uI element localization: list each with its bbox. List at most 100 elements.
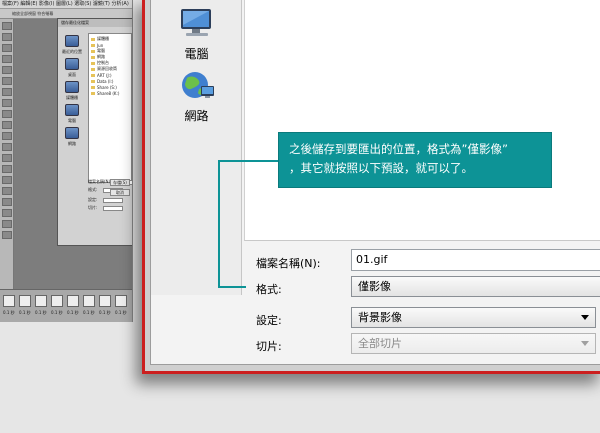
filename-label: 檔案名稱(N): [256, 257, 321, 270]
network-icon [181, 72, 214, 98]
brush-tool-icon [2, 99, 12, 107]
ps-side-label: 網路 [68, 141, 76, 146]
ps-settings-select[interactable] [103, 197, 124, 203]
ps-form-label: 格式: [88, 187, 98, 192]
frame-delay-label[interactable]: 0.1 秒 [51, 310, 63, 316]
ps-save-button[interactable]: 存檔(S) [110, 179, 130, 186]
gradient-tool-icon [2, 143, 12, 151]
drive-icon [91, 91, 95, 95]
ps-animation-panel: 0.1 秒 0.1 秒 0.1 秒 0.1 秒 0.1 秒 0.1 秒 0.1 … [0, 289, 132, 322]
animation-frame[interactable] [3, 295, 15, 307]
ps-dialog-sidebar: 最近的位置 桌面 媒體櫃 電腦 網路 [60, 31, 84, 161]
recent-places-icon [65, 35, 79, 47]
file-label: 資源回收筒 [97, 66, 117, 71]
list-item: Share8 (K:) [91, 90, 129, 96]
ps-menu-bar: 檔案(F) 編輯(E) 影像(I) 圖層(L) 選取(S) 濾鏡(T) 分析(A… [0, 0, 132, 9]
folder-icon [91, 67, 95, 71]
marquee-tool-icon [2, 33, 12, 41]
settings-select-value: 背景影像 [358, 311, 402, 324]
ps-toolbox [0, 19, 14, 322]
ps-slices-select[interactable] [103, 205, 124, 211]
settings-label: 設定: [256, 314, 282, 327]
file-label: Data (I:) [97, 78, 114, 84]
computer-icon [180, 9, 211, 36]
frame-delay-label[interactable]: 0.1 秒 [99, 310, 111, 316]
callout-text-line1: 之後儲存到要匯出的位置，格式為”僅影像” [289, 142, 508, 156]
eyedropper-tool-icon [2, 77, 12, 85]
ps-settings-row: 設定: [88, 197, 124, 203]
library-icon [65, 81, 79, 93]
move-tool-icon [2, 22, 12, 30]
frame-delay-label[interactable]: 0.1 秒 [115, 310, 127, 316]
ps-cancel-button[interactable]: 取消 [110, 189, 130, 196]
type-tool-icon [2, 187, 12, 195]
folder-icon [91, 61, 95, 65]
slices-label: 切片: [256, 340, 282, 353]
photoshop-thumbnail: 檔案(F) 編輯(E) 影像(I) 圖層(L) 選取(S) 濾鏡(T) 分析(A… [0, 0, 133, 322]
shape-tool-icon [2, 209, 12, 217]
ps-slices-row: 切片: [88, 205, 124, 211]
zoom-tool-icon [2, 231, 12, 239]
ps-side-label: 電腦 [68, 118, 76, 123]
animation-frame[interactable] [19, 295, 31, 307]
ps-save-dialog: 儲存最佳化檔案 最近的位置 桌面 媒體櫃 電腦 網路 媒體櫃 Jun 電腦 網路… [57, 18, 132, 246]
file-list-pane[interactable] [244, 0, 600, 241]
sidebar-label-computer: 電腦 [184, 47, 209, 61]
callout-connector-vertical [218, 160, 220, 288]
desktop-icon [65, 58, 79, 70]
folder-icon [91, 43, 95, 47]
frame-delay-label[interactable]: 0.1 秒 [19, 310, 31, 316]
format-label: 格式: [256, 283, 282, 296]
ps-side-label: 桌面 [68, 72, 76, 77]
eraser-tool-icon [2, 132, 12, 140]
animation-frame[interactable] [35, 295, 47, 307]
animation-frame[interactable] [51, 295, 63, 307]
file-label: ART (J:) [97, 72, 112, 78]
frame-delay-label[interactable]: 0.1 秒 [67, 310, 79, 316]
folder-icon [91, 49, 95, 53]
file-label: 媒體櫃 [97, 36, 109, 41]
file-label: Share8 (K:) [97, 90, 120, 96]
callout-connector-top [218, 160, 278, 162]
sidebar-item-computer[interactable]: 電腦 [151, 7, 242, 62]
animation-frame[interactable] [99, 295, 111, 307]
chevron-down-icon [581, 341, 589, 346]
frame-delay-label[interactable]: 0.1 秒 [35, 310, 47, 316]
format-select[interactable]: 僅影像 [351, 276, 600, 297]
blur-tool-icon [2, 154, 12, 162]
ps-form-label: 切片: [88, 205, 98, 210]
format-select-value: 僅影像 [358, 280, 391, 293]
filename-input[interactable]: 01.gif [351, 249, 600, 271]
network-icon [65, 127, 79, 139]
dodge-tool-icon [2, 165, 12, 173]
sidebar-item-network[interactable]: 網路 [151, 69, 242, 124]
ps-form-label: 檔案名稱(N): [88, 179, 112, 184]
wand-tool-icon [2, 55, 12, 63]
animation-frame[interactable] [83, 295, 95, 307]
sidebar-label-network: 網路 [184, 109, 209, 123]
settings-select[interactable]: 背景影像 [351, 307, 596, 328]
ps-side-label: 最近的位置 [62, 49, 82, 54]
computer-icon [65, 104, 79, 116]
crop-tool-icon [2, 66, 12, 74]
path-select-icon [2, 198, 12, 206]
hand-tool-icon [2, 220, 12, 228]
animation-frame[interactable] [67, 295, 79, 307]
slices-select-value: 全部切片 [358, 337, 402, 350]
drive-icon [91, 73, 95, 77]
ps-dialog-title: 儲存最佳化檔案 [58, 19, 132, 27]
ps-side-label: 媒體櫃 [66, 95, 78, 100]
places-sidebar: 電腦 網路 [151, 0, 242, 295]
file-label: Share (S:) [97, 84, 117, 90]
pen-tool-icon [2, 176, 12, 184]
drive-icon [91, 85, 95, 89]
stamp-tool-icon [2, 110, 12, 118]
instruction-callout: 之後儲存到要匯出的位置，格式為”僅影像” ，其它就按照以下預設，就可以了。 [278, 132, 552, 188]
frame-delay-label[interactable]: 0.1 秒 [83, 310, 95, 316]
lasso-tool-icon [2, 44, 12, 52]
frame-delay-label[interactable]: 0.1 秒 [3, 310, 15, 316]
file-label: Jun [97, 42, 104, 48]
heal-tool-icon [2, 88, 12, 96]
animation-frame[interactable] [115, 295, 127, 307]
folder-icon [91, 55, 95, 59]
